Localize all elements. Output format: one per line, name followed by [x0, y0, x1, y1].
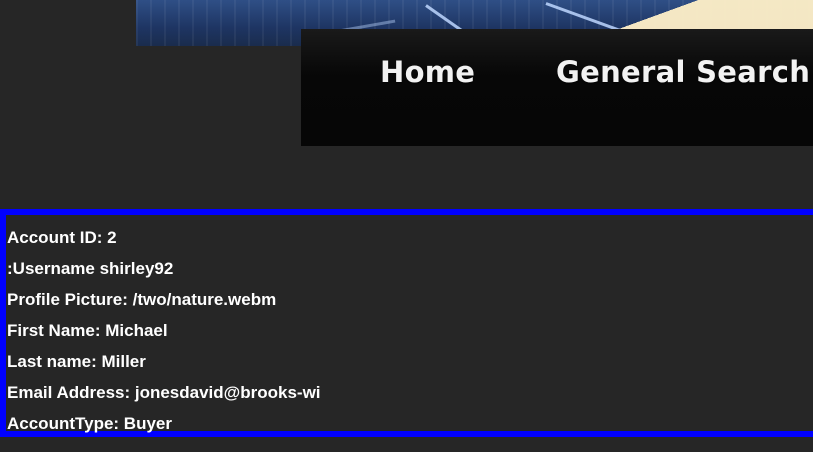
- account-profile-picture: Profile Picture: /two/nature.webm: [7, 290, 277, 309]
- account-type: AccountType: Buyer: [7, 414, 172, 433]
- account-details-box: Account ID: 2 :Username shirley92 Profil…: [0, 209, 813, 437]
- nav-home-link[interactable]: Home: [380, 55, 475, 89]
- account-id: Account ID: 2: [7, 228, 117, 247]
- account-email: Email Address: jonesdavid@brooks-wi: [7, 383, 321, 402]
- nav-general-search-link[interactable]: General Search: [556, 55, 810, 89]
- main-navigation: Home General Search: [301, 29, 813, 146]
- account-first-name: First Name: Michael: [7, 321, 168, 340]
- account-username: :Username shirley92: [7, 259, 174, 278]
- account-last-name: Last name: Miller: [7, 352, 146, 371]
